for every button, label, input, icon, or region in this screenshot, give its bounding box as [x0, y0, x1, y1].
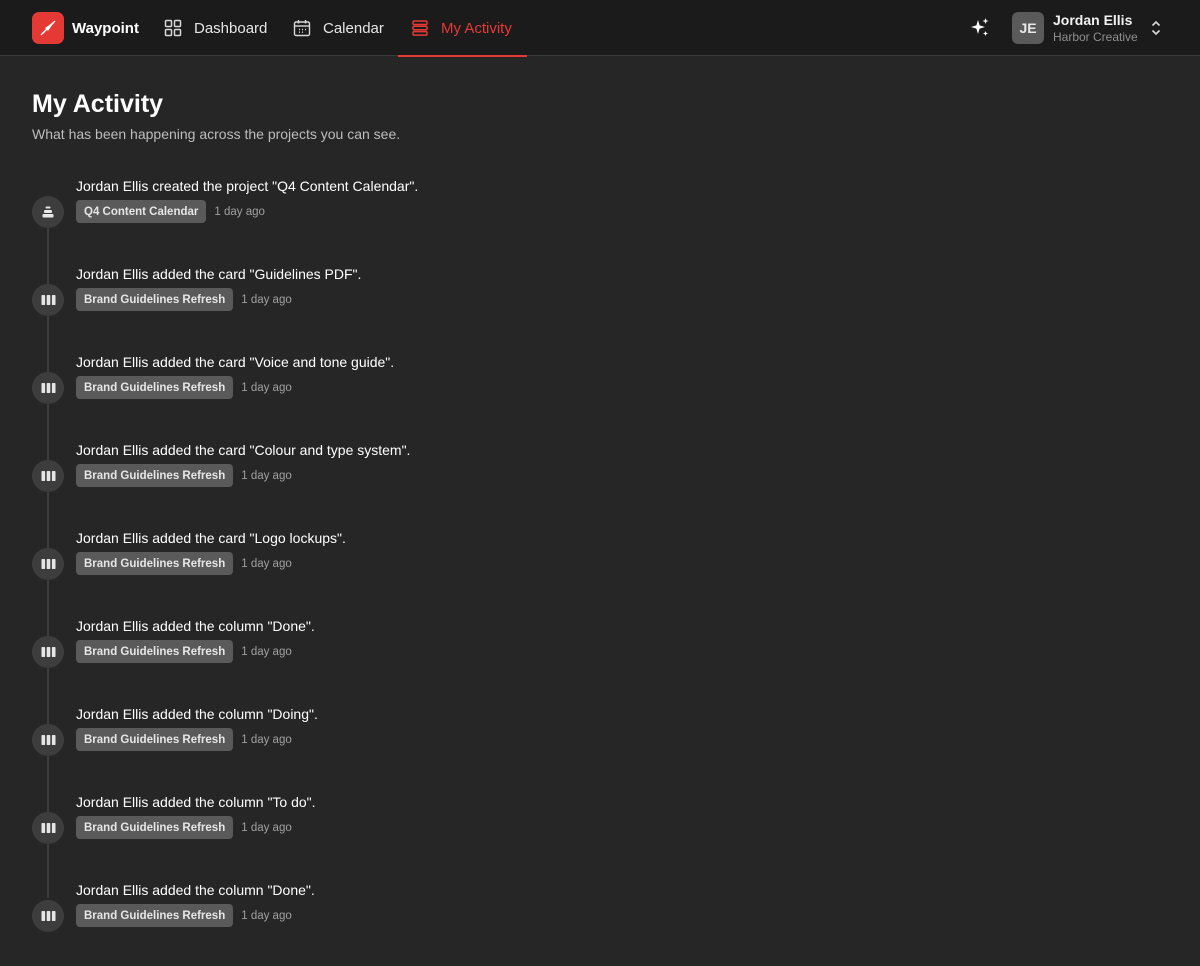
page-subtitle: What has been happening across the proje… [32, 126, 401, 142]
board-columns-icon [32, 284, 64, 316]
activity-timestamp: 1 day ago [241, 733, 292, 746]
board-columns-icon [32, 812, 64, 844]
activity-item: Jordan Ellis added the card "Colour and … [32, 438, 932, 526]
board-columns-icon [32, 724, 64, 756]
page-title: My Activity [32, 90, 164, 118]
project-tag[interactable]: Q4 Content Calendar [76, 200, 207, 223]
calendar-icon [292, 18, 312, 38]
activity-meta: Brand Guidelines Refresh 1 day ago [76, 816, 292, 839]
nav-item-my-activity[interactable]: My Activity [398, 0, 527, 57]
activity-description: Jordan Ellis added the column "Done". [76, 882, 315, 898]
project-stack-icon [32, 196, 64, 228]
activity-meta: Brand Guidelines Refresh 1 day ago [76, 640, 292, 663]
activity-meta: Brand Guidelines Refresh 1 day ago [76, 552, 292, 575]
activity-description: Jordan Ellis added the card "Logo lockup… [76, 530, 346, 546]
nav-item-dashboard[interactable]: Dashboard [163, 0, 267, 56]
brand-name: Waypoint [72, 19, 139, 37]
chevron-up-down-icon [1151, 20, 1161, 36]
board-columns-icon [32, 548, 64, 580]
activity-meta: Brand Guidelines Refresh 1 day ago [76, 288, 292, 311]
board-columns-icon [32, 636, 64, 668]
activity-meta: Q4 Content Calendar 1 day ago [76, 200, 265, 223]
nav-label-calendar: Calendar [323, 19, 384, 37]
activity-description: Jordan Ellis added the card "Guidelines … [76, 266, 362, 282]
project-tag[interactable]: Brand Guidelines Refresh [76, 288, 234, 311]
activity-timestamp: 1 day ago [241, 909, 292, 922]
project-tag[interactable]: Brand Guidelines Refresh [76, 464, 234, 487]
nav-label-dashboard: Dashboard [194, 19, 268, 37]
activity-timestamp: 1 day ago [241, 557, 292, 570]
account-organization: Harbor Creative [1053, 30, 1138, 44]
account-switcher[interactable]: JE Jordan Ellis Harbor Creative [1012, 11, 1168, 45]
activity-timeline: Jordan Ellis created the project "Q4 Con… [32, 174, 932, 966]
activity-item: Jordan Ellis added the column "Done". Br… [32, 614, 932, 702]
activity-description: Jordan Ellis added the column "To do". [76, 794, 316, 810]
activity-item: Jordan Ellis added the column "Doing". B… [32, 702, 932, 790]
project-tag[interactable]: Brand Guidelines Refresh [76, 816, 234, 839]
activity-meta: Brand Guidelines Refresh 1 day ago [76, 376, 292, 399]
activity-item: Jordan Ellis added the card "Guidelines … [32, 262, 932, 350]
activity-timestamp: 1 day ago [241, 381, 292, 394]
activity-timestamp: 1 day ago [241, 293, 292, 306]
activity-description: Jordan Ellis added the card "Voice and t… [76, 354, 395, 370]
avatar: JE [1012, 12, 1044, 44]
brand-link[interactable]: Waypoint [32, 12, 139, 44]
account-name: Jordan Ellis [1053, 12, 1133, 28]
activity-meta: Brand Guidelines Refresh 1 day ago [76, 728, 292, 751]
activity-timestamp: 1 day ago [214, 205, 265, 218]
activity-description: Jordan Ellis added the column "Doing". [76, 706, 318, 722]
ai-sparkle-button[interactable] [968, 16, 992, 40]
activity-description: Jordan Ellis added the card "Colour and … [76, 442, 411, 458]
sparkle-icon [971, 18, 989, 36]
activity-item: Jordan Ellis created the project "Q4 Con… [32, 174, 932, 262]
activity-meta: Brand Guidelines Refresh 1 day ago [76, 904, 292, 927]
activity-timestamp: 1 day ago [241, 821, 292, 834]
activity-list-icon [410, 18, 430, 38]
activity-timestamp: 1 day ago [241, 645, 292, 658]
activity-item: Jordan Ellis added the card "Logo lockup… [32, 526, 932, 614]
activity-item: Jordan Ellis added the card "Voice and t… [32, 350, 932, 438]
board-columns-icon [32, 460, 64, 492]
activity-description: Jordan Ellis created the project "Q4 Con… [76, 178, 419, 194]
nav-label-my-activity: My Activity [441, 19, 512, 37]
activity-description: Jordan Ellis added the column "Done". [76, 618, 315, 634]
grid-icon [163, 18, 183, 38]
project-tag[interactable]: Brand Guidelines Refresh [76, 376, 234, 399]
activity-item: Jordan Ellis added the column "To do". B… [32, 790, 932, 878]
activity-item: Jordan Ellis added the column "Done". Br… [32, 878, 932, 966]
project-tag[interactable]: Brand Guidelines Refresh [76, 904, 234, 927]
top-navigation-bar: Waypoint Dashboard Calendar My Activity … [0, 0, 1200, 57]
compass-logo-icon [32, 12, 64, 44]
project-tag[interactable]: Brand Guidelines Refresh [76, 728, 234, 751]
activity-list: Jordan Ellis created the project "Q4 Con… [32, 174, 932, 966]
project-tag[interactable]: Brand Guidelines Refresh [76, 640, 234, 663]
board-columns-icon [32, 372, 64, 404]
nav-item-calendar[interactable]: Calendar [292, 0, 384, 56]
board-columns-icon [32, 900, 64, 932]
project-tag[interactable]: Brand Guidelines Refresh [76, 552, 234, 575]
activity-timestamp: 1 day ago [241, 469, 292, 482]
activity-meta: Brand Guidelines Refresh 1 day ago [76, 464, 292, 487]
